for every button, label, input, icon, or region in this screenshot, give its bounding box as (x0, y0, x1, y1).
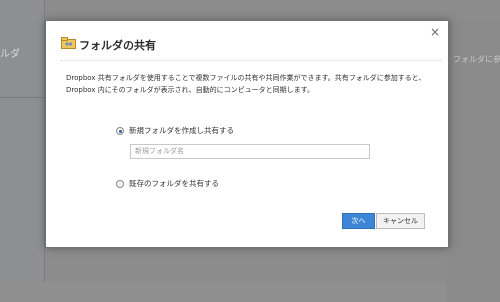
next-button[interactable]: 次へ (342, 213, 375, 229)
background-right-text: フォルダに参加 (453, 55, 500, 64)
dialog-description: Dropbox 共有フォルダを使用することで複数ファイルの共有や共同作業ができま… (66, 74, 426, 94)
header-divider (61, 60, 441, 61)
dialog-title: フォルダの共有 (79, 39, 156, 52)
radio-create-new-folder[interactable] (116, 126, 124, 135)
option-create-new-folder-label: 新規フォルダを作成し共有する (129, 126, 234, 135)
background-sidebar: ルダ (0, 0, 45, 282)
background-sidebar-label: ルダ (0, 49, 20, 60)
folder-name-input[interactable]: 新規フォルダ名 (130, 144, 370, 159)
option-share-existing-folder-label: 既存のフォルダを共有する (129, 179, 219, 188)
cancel-button[interactable]: キャンセル (376, 213, 425, 229)
share-folder-dialog: フォルダの共有 × Dropbox 共有フォルダを使用することで複数ファイルの共… (45, 20, 449, 248)
shared-folder-icon (61, 37, 76, 49)
option-share-existing-folder[interactable]: 既存のフォルダを共有する (116, 178, 219, 189)
background-divider (0, 97, 44, 98)
radio-share-existing-folder[interactable] (116, 179, 124, 188)
dialog-header: フォルダの共有 × (46, 21, 448, 63)
close-icon[interactable]: × (430, 25, 440, 39)
option-create-new-folder[interactable]: 新規フォルダを作成し共有する (116, 125, 234, 136)
